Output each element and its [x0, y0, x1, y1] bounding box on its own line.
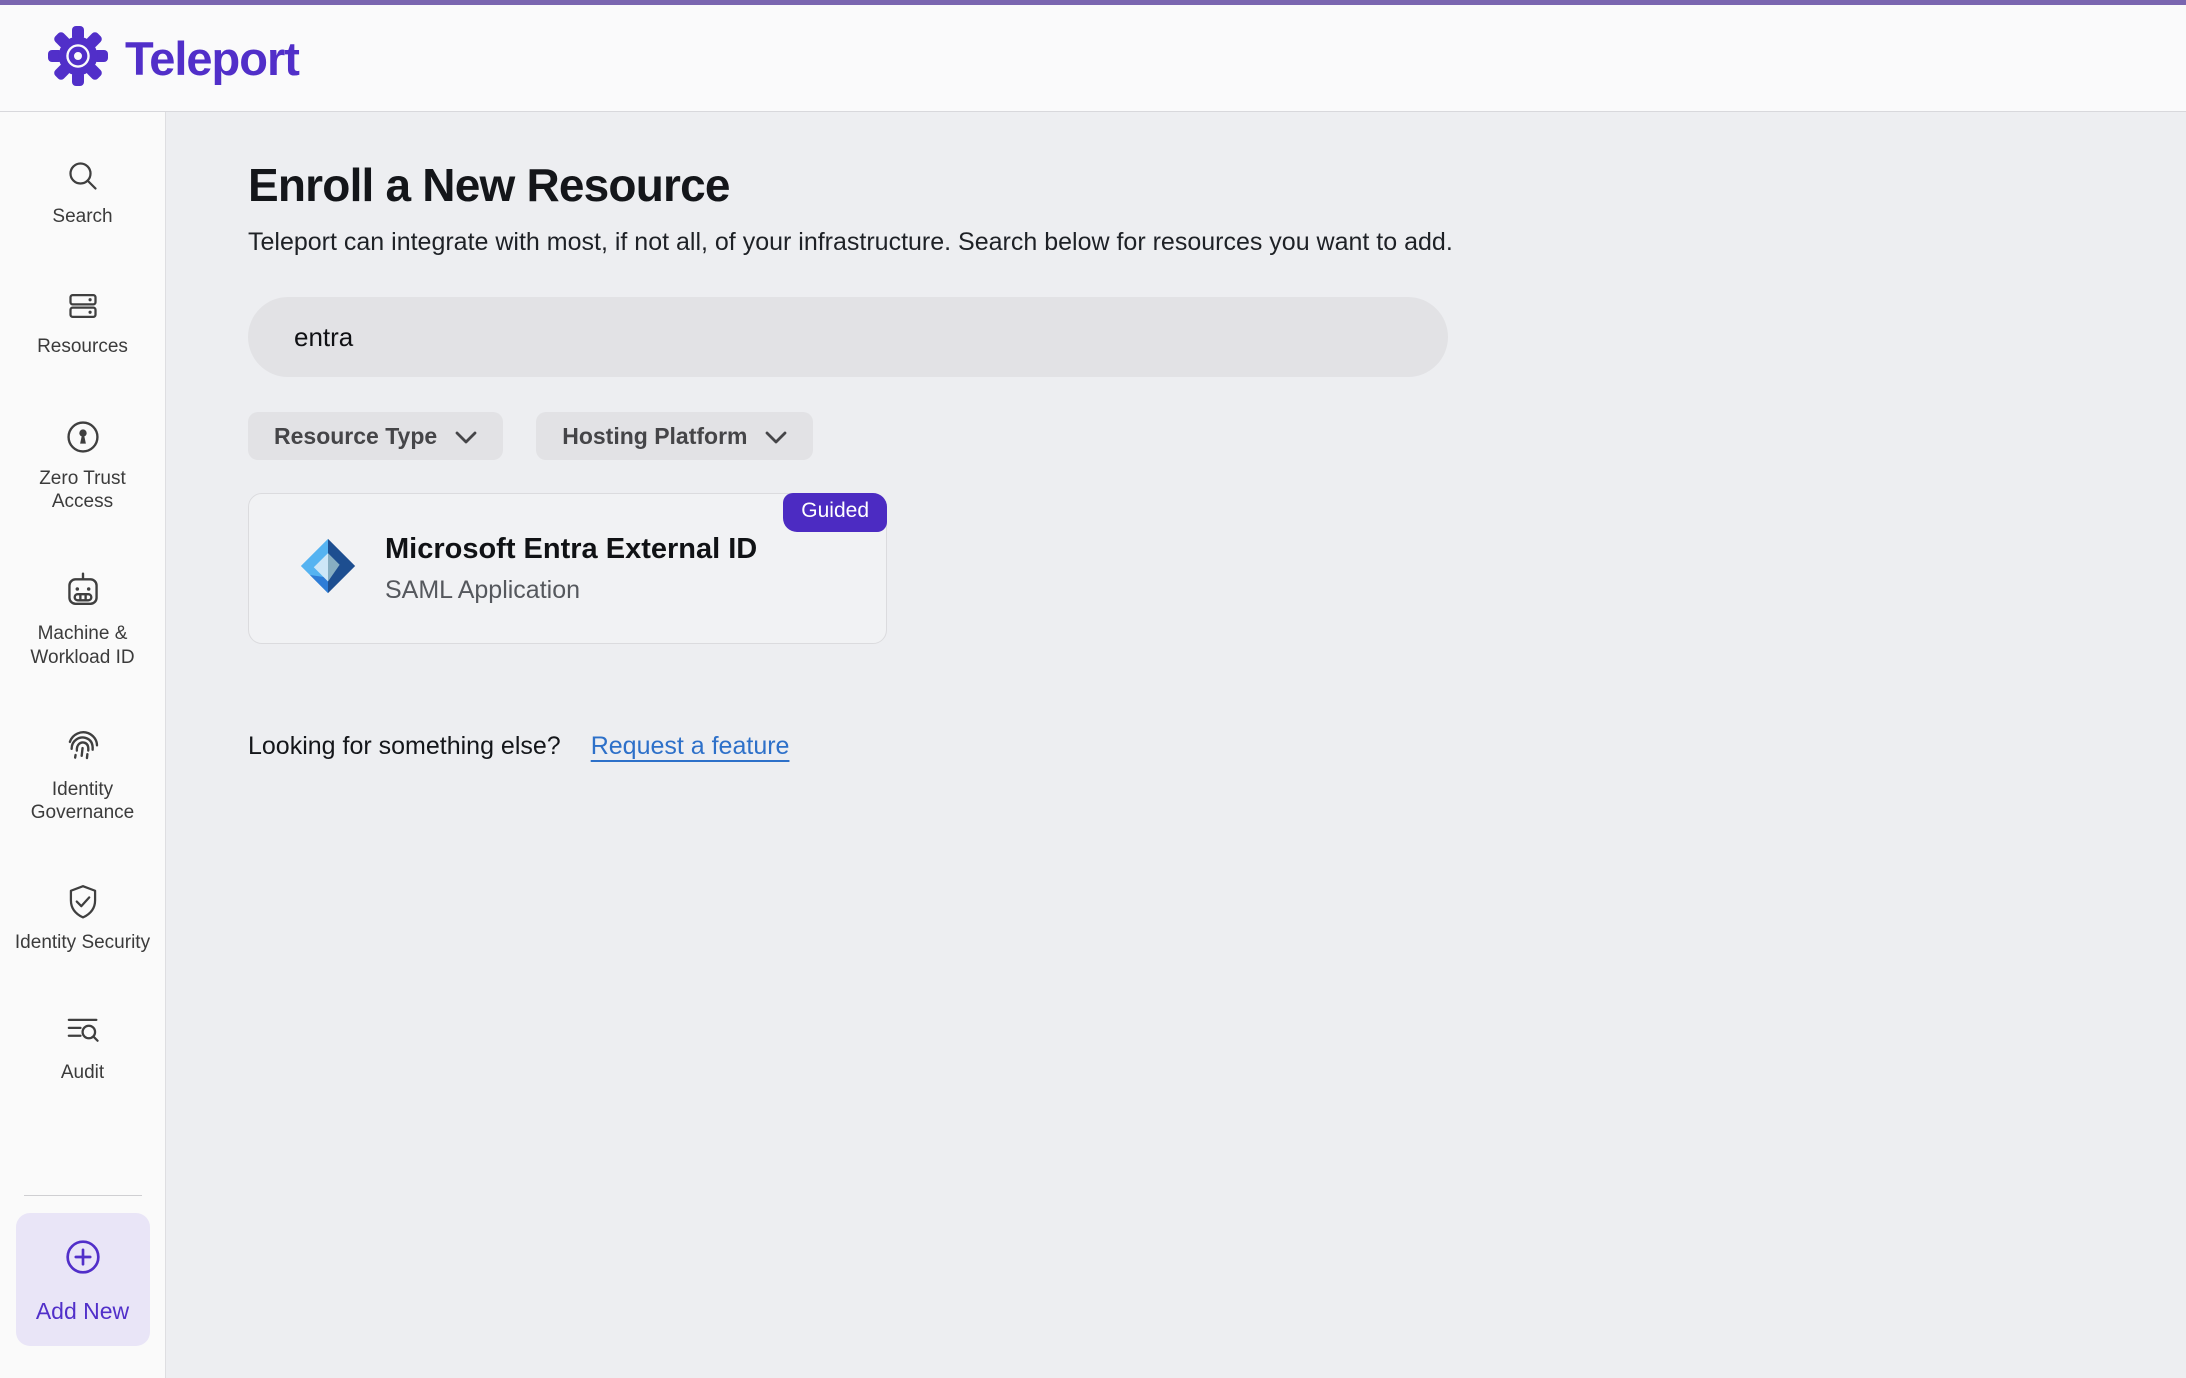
sidebar-item-identity-security[interactable]: Identity Security: [0, 882, 165, 955]
sidebar-item-label: Resources: [27, 335, 138, 359]
search-icon: [63, 156, 103, 196]
teleport-logo[interactable]: Teleport: [46, 24, 299, 93]
resource-card-text: Microsoft Entra External ID SAML Applica…: [385, 533, 757, 605]
page-subtitle: Teleport can integrate with most, if not…: [248, 228, 2186, 257]
resource-card-subtitle: SAML Application: [385, 576, 757, 605]
sidebar-item-label: Identity Security: [5, 931, 160, 955]
audit-icon: [63, 1012, 103, 1052]
resources-icon: [63, 286, 103, 326]
sidebar-item-resources[interactable]: Resources: [0, 286, 165, 359]
sidebar-item-label: Identity Governance: [0, 778, 165, 826]
robot-icon: [62, 571, 104, 613]
add-new-button[interactable]: Add New: [16, 1213, 150, 1346]
sidebar-item-audit[interactable]: Audit: [0, 1012, 165, 1085]
app-header: Teleport: [0, 5, 2186, 112]
sidebar: Search Resources Zero Tru: [0, 112, 166, 1378]
fingerprint-icon: [62, 727, 104, 769]
sidebar-item-machine-workload-id[interactable]: Machine & Workload ID: [0, 571, 165, 670]
chevron-down-icon: [455, 423, 477, 450]
brand-name: Teleport: [125, 31, 299, 86]
sidebar-item-label: Search: [42, 205, 122, 229]
resource-card-microsoft-entra[interactable]: Guided Microsoft Entra External ID SAML …: [248, 493, 887, 644]
sidebar-item-label: Machine & Workload ID: [0, 622, 165, 670]
resource-type-filter-button[interactable]: Resource Type: [248, 412, 503, 460]
guided-badge: Guided: [783, 493, 887, 532]
filter-bar: Resource Type Hosting Platform: [248, 412, 2186, 460]
filter-label: Hosting Platform: [562, 423, 747, 450]
feature-request-line: Looking for something else? Request a fe…: [248, 732, 2186, 761]
filter-label: Resource Type: [274, 423, 437, 450]
sidebar-item-label: Audit: [51, 1061, 114, 1085]
chevron-down-icon: [765, 423, 787, 450]
sidebar-footer: Add New: [0, 1195, 165, 1378]
add-new-label: Add New: [36, 1298, 129, 1325]
zero-trust-icon: [62, 416, 104, 458]
sidebar-item-zero-trust-access[interactable]: Zero Trust Access: [0, 416, 165, 515]
sidebar-item-label: Zero Trust Access: [0, 467, 165, 515]
request-feature-link[interactable]: Request a feature: [591, 732, 790, 761]
sidebar-item-search[interactable]: Search: [0, 156, 165, 229]
microsoft-entra-icon: [297, 535, 359, 602]
hosting-platform-filter-button[interactable]: Hosting Platform: [536, 412, 813, 460]
main-content: Enroll a New Resource Teleport can integ…: [166, 112, 2186, 1378]
resource-search-input[interactable]: [248, 297, 1448, 377]
plus-circle-icon: [60, 1234, 106, 1285]
gear-logo-icon: [46, 24, 110, 93]
sidebar-item-identity-governance[interactable]: Identity Governance: [0, 727, 165, 826]
page-title: Enroll a New Resource: [248, 158, 2186, 212]
shield-check-icon: [63, 882, 103, 922]
resource-card-title: Microsoft Entra External ID: [385, 533, 757, 566]
sidebar-divider: [24, 1195, 142, 1196]
footer-question: Looking for something else?: [248, 732, 561, 761]
